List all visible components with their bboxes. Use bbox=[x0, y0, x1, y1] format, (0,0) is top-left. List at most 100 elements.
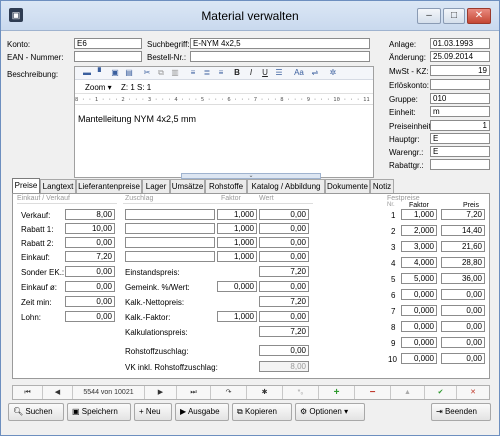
speichern-button[interactable]: ▣ Speichern bbox=[67, 403, 131, 421]
anlage-field[interactable]: 01.03.1993 bbox=[430, 38, 490, 49]
settings-icon[interactable]: ✲ bbox=[327, 67, 339, 79]
fp-preis-field[interactable]: 28,80 bbox=[441, 257, 485, 268]
zuschlag-faktor-field[interactable]: 1,000 bbox=[217, 223, 257, 234]
fp-preis-field[interactable]: 0,00 bbox=[441, 337, 485, 348]
font-icon[interactable]: Aa bbox=[291, 67, 307, 79]
fp-preis-field[interactable]: 7,20 bbox=[441, 209, 485, 220]
cut-icon[interactable]: ✂ bbox=[141, 67, 153, 79]
optionen-button[interactable]: ⚙ Optionen ▾ bbox=[295, 403, 365, 421]
close-button[interactable]: ✕ bbox=[467, 8, 491, 24]
einheit-field[interactable]: m bbox=[430, 106, 490, 117]
delete-record-button[interactable]: − bbox=[355, 386, 391, 399]
italic-icon[interactable]: I bbox=[245, 67, 257, 79]
confirm-button[interactable]: ✔ bbox=[425, 386, 457, 399]
align-center-icon[interactable]: ≣ bbox=[201, 67, 213, 79]
preiseinheit-field[interactable]: 1 bbox=[430, 120, 490, 131]
erloes-field[interactable] bbox=[430, 79, 490, 90]
cancel-edit-button[interactable]: ✕ bbox=[457, 386, 489, 399]
zuschlag-wert-field[interactable]: 0,00 bbox=[259, 251, 309, 262]
fp-preis-field[interactable]: 0,00 bbox=[441, 289, 485, 300]
bestellnr-field[interactable] bbox=[190, 51, 370, 62]
konto-field[interactable]: E6 bbox=[74, 38, 142, 49]
refresh-icon[interactable]: ↷ bbox=[211, 386, 247, 399]
zuschlag-wert-field[interactable]: 0,00 bbox=[259, 237, 309, 248]
add-record-button[interactable]: + bbox=[319, 386, 355, 399]
fp-faktor-field[interactable]: 2,000 bbox=[401, 225, 437, 236]
star-icon[interactable]: ✱ bbox=[247, 386, 283, 399]
tab-langtext[interactable]: Langtext bbox=[40, 179, 76, 194]
fp-faktor-field[interactable]: 1,000 bbox=[401, 209, 437, 220]
minimize-button[interactable]: – bbox=[417, 8, 441, 24]
ausgabe-button[interactable]: ▶ Ausgabe bbox=[175, 403, 229, 421]
align-left-icon[interactable]: ≡ bbox=[187, 67, 199, 79]
fp-faktor-field[interactable]: 0,000 bbox=[401, 353, 437, 364]
tab-lager[interactable]: Lager bbox=[142, 179, 170, 194]
hauptgr-field[interactable]: E bbox=[430, 133, 490, 144]
next-record-button[interactable]: ▶ bbox=[145, 386, 177, 399]
open-icon[interactable]: ▘ bbox=[95, 67, 107, 79]
fp-faktor-field[interactable]: 0,000 bbox=[401, 337, 437, 348]
sonder-ek-field[interactable]: 0,00 bbox=[65, 266, 115, 277]
rabatt1-field[interactable]: 10,00 bbox=[65, 223, 115, 234]
rohstoff-field[interactable]: 0,00 bbox=[259, 345, 309, 356]
rabatt2-field[interactable]: 0,00 bbox=[65, 237, 115, 248]
zuschlag-faktor-field[interactable]: 1,000 bbox=[217, 237, 257, 248]
up-icon[interactable]: ▲ bbox=[391, 386, 425, 399]
fp-preis-field[interactable]: 14,40 bbox=[441, 225, 485, 236]
asterisk-icon[interactable]: *₀ bbox=[283, 386, 319, 399]
tab-rohstoffe[interactable]: Rohstoffe bbox=[205, 179, 247, 194]
warengr-field[interactable]: E bbox=[430, 146, 490, 157]
suchbegriff-field[interactable]: E-NYM 4x2,5 bbox=[190, 38, 370, 49]
rabattgr-field[interactable] bbox=[430, 159, 490, 170]
zoom-dropdown[interactable]: Zoom ▾ bbox=[85, 83, 112, 92]
kalk-netto-field[interactable]: 7,20 bbox=[259, 296, 309, 307]
einstandspreis-field[interactable]: 7,20 bbox=[259, 266, 309, 277]
lohn-field[interactable]: 0,00 bbox=[65, 311, 115, 322]
tab-katalog[interactable]: Katalog / Abbildung bbox=[247, 179, 325, 194]
einkauf-field[interactable]: 7,20 bbox=[65, 251, 115, 262]
first-record-button[interactable]: ⏮ bbox=[13, 386, 43, 399]
zuschlag-faktor-field[interactable]: 1,000 bbox=[217, 209, 257, 220]
align-right-icon[interactable]: ≡ bbox=[215, 67, 227, 79]
kalkulationspreis-field[interactable]: 7,20 bbox=[259, 326, 309, 337]
fp-preis-field[interactable]: 0,00 bbox=[441, 305, 485, 316]
zuschlag-name-field[interactable] bbox=[125, 237, 215, 248]
tab-lieferantenpreise[interactable]: Lieferantenpreise bbox=[76, 179, 142, 194]
paste-icon[interactable]: ▥ bbox=[169, 67, 181, 79]
suchen-button[interactable]: 🔍︎ Suchen bbox=[8, 403, 64, 421]
verkauf-field[interactable]: 8,00 bbox=[65, 209, 115, 220]
fp-preis-field[interactable]: 0,00 bbox=[441, 353, 485, 364]
zuschlag-wert-field[interactable]: 0,00 bbox=[259, 209, 309, 220]
kopieren-button[interactable]: ⧉ Kopieren bbox=[232, 403, 292, 421]
zuschlag-name-field[interactable] bbox=[125, 223, 215, 234]
bullets-icon[interactable]: ☰ bbox=[273, 67, 285, 79]
last-record-button[interactable]: ⏭ bbox=[177, 386, 211, 399]
mwst-field[interactable]: 19 bbox=[430, 65, 490, 76]
fp-preis-field[interactable]: 36,00 bbox=[441, 273, 485, 284]
zeit-field[interactable]: 0,00 bbox=[65, 296, 115, 307]
zuschlag-faktor-field[interactable]: 1,000 bbox=[217, 251, 257, 262]
zuschlag-wert-field[interactable]: 0,00 bbox=[259, 223, 309, 234]
indent-icon[interactable]: ⇌ bbox=[309, 67, 321, 79]
underline-icon[interactable]: U bbox=[259, 67, 271, 79]
gemeink-pct-field[interactable]: 0,000 bbox=[217, 281, 257, 292]
tab-dokumente[interactable]: Dokumente bbox=[325, 179, 370, 194]
ean-field[interactable] bbox=[74, 51, 142, 62]
fp-faktor-field[interactable]: 0,000 bbox=[401, 321, 437, 332]
fp-faktor-field[interactable]: 0,000 bbox=[401, 305, 437, 316]
einkauf-avg-field[interactable]: 0,00 bbox=[65, 281, 115, 292]
neu-button[interactable]: + Neu bbox=[134, 403, 172, 421]
beenden-button[interactable]: ⇥ Beenden bbox=[431, 403, 491, 421]
fp-preis-field[interactable]: 0,00 bbox=[441, 321, 485, 332]
fp-faktor-field[interactable]: 0,000 bbox=[401, 289, 437, 300]
kalk-faktor-value-field[interactable]: 0,00 bbox=[259, 311, 309, 322]
zuschlag-name-field[interactable] bbox=[125, 251, 215, 262]
bold-icon[interactable]: B bbox=[231, 67, 243, 79]
aenderung-field[interactable]: 25.09.2014 bbox=[430, 51, 490, 62]
tab-notiz[interactable]: Notiz bbox=[370, 179, 394, 194]
fp-preis-field[interactable]: 21,60 bbox=[441, 241, 485, 252]
print-icon[interactable]: ▤ bbox=[123, 67, 135, 79]
gemeink-value-field[interactable]: 0,00 bbox=[259, 281, 309, 292]
fp-faktor-field[interactable]: 5,000 bbox=[401, 273, 437, 284]
fp-faktor-field[interactable]: 4,000 bbox=[401, 257, 437, 268]
